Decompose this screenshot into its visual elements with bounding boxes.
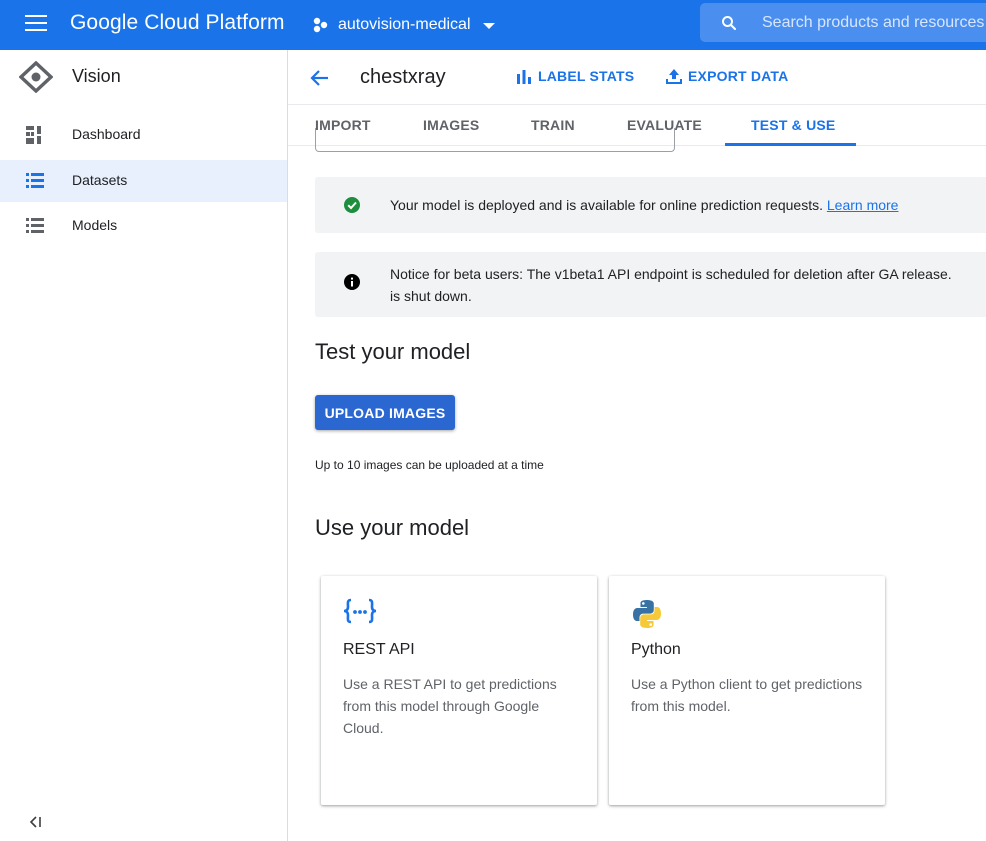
card-description: Use a Python client to get predictions f… — [631, 676, 863, 714]
upload-hint-text: Up to 10 images can be uploaded at a tim… — [315, 458, 544, 472]
upload-images-button[interactable]: UPLOAD IMAGES — [315, 395, 455, 430]
project-hexagon-icon — [313, 17, 328, 33]
active-tab-indicator — [725, 143, 856, 146]
sidebar-item-models[interactable]: Models — [0, 205, 287, 247]
app-window: Google Cloud Platform autovision-medical — [0, 0, 986, 841]
menu-icon-bar — [25, 15, 47, 17]
vision-product-icon — [19, 61, 53, 93]
card-description: Use a REST API to get predictions from t… — [343, 676, 557, 736]
rest-api-card[interactable]: REST API Use a REST API to get predictio… — [321, 576, 597, 805]
export-data-label: EXPORT DATA — [688, 68, 789, 84]
sidebar-item-label: Datasets — [72, 172, 128, 188]
menu-icon-bar — [25, 29, 47, 31]
search-icon — [722, 16, 737, 31]
sidebar: Vision Dashboard Datasets Models — [0, 50, 288, 841]
arrow-back-icon — [310, 70, 328, 86]
code-braces-icon — [343, 598, 377, 624]
use-model-heading: Use your model — [315, 515, 470, 540]
card-title: REST API — [343, 641, 415, 658]
search-box[interactable] — [700, 3, 986, 42]
search-input[interactable] — [762, 3, 986, 42]
label-stats-label: LABEL STATS — [538, 68, 635, 84]
beta-notice-line2: is shut down. — [390, 288, 472, 304]
info-icon — [344, 274, 360, 290]
upload-icon — [666, 69, 682, 84]
collapse-sidebar-icon[interactable] — [26, 815, 46, 835]
sidebar-product-title: Vision — [72, 66, 121, 86]
label-stats-button[interactable]: LABEL STATS — [516, 68, 634, 84]
chevron-down-icon — [482, 23, 495, 29]
deployed-message: Your model is deployed and is available … — [390, 197, 823, 213]
export-data-button[interactable]: EXPORT DATA — [666, 68, 788, 84]
check-circle-icon — [344, 197, 360, 213]
main-menu-button[interactable] — [18, 12, 54, 36]
project-selector[interactable]: autovision-medical — [312, 12, 495, 38]
deployed-notice: Your model is deployed and is available … — [315, 177, 986, 233]
menu-icon-bar — [25, 22, 47, 24]
sidebar-item-dashboard[interactable]: Dashboard — [0, 114, 287, 156]
sidebar-item-label: Dashboard — [72, 126, 141, 142]
deployed-notice-text: Your model is deployed and is available … — [390, 194, 898, 216]
back-button[interactable] — [306, 64, 334, 92]
dashboard-icon — [26, 126, 41, 144]
chevron-left-icon — [29, 816, 41, 828]
sidebar-item-datasets[interactable]: Datasets — [0, 160, 287, 202]
beta-notice: Notice for beta users: The v1beta1 API e… — [315, 252, 986, 317]
python-logo-icon — [633, 600, 661, 628]
project-name: autovision-medical — [338, 16, 471, 33]
sidebar-header: Vision — [0, 50, 287, 105]
test-model-heading: Test your model — [315, 339, 471, 364]
scrolled-input-field[interactable] — [315, 128, 675, 152]
list-icon — [26, 173, 44, 188]
tab-test-and-use[interactable]: TEST & USE — [751, 105, 835, 146]
page-title: chestxray — [360, 66, 446, 88]
sidebar-item-label: Models — [72, 217, 118, 233]
python-card[interactable]: Python Use a Python client to get predic… — [609, 576, 885, 805]
list-icon — [26, 218, 44, 233]
learn-more-link[interactable]: Learn more — [827, 197, 899, 213]
top-app-bar: Google Cloud Platform autovision-medical — [0, 0, 986, 50]
beta-notice-text: Notice for beta users: The v1beta1 API e… — [390, 263, 952, 307]
gcp-logo-text[interactable]: Google Cloud Platform — [70, 11, 285, 35]
bar-chart-icon — [517, 70, 531, 84]
beta-notice-line1: Notice for beta users: The v1beta1 API e… — [390, 266, 952, 282]
card-title: Python — [631, 641, 681, 658]
